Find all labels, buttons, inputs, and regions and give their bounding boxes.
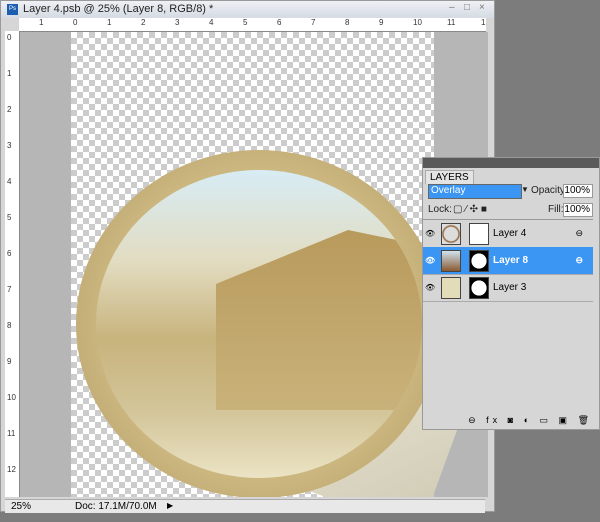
- canvas-area[interactable]: [20, 32, 488, 497]
- layer-name: Layer 4: [493, 228, 527, 239]
- ruler-tick-label: 5: [243, 18, 248, 27]
- ruler-tick-label: 1: [7, 69, 12, 78]
- ruler-tick-label: 9: [379, 18, 384, 27]
- ruler-tick-label: 5: [7, 213, 12, 222]
- vertical-ruler[interactable]: 012345678910111213: [5, 31, 20, 497]
- layer-mask-thumbnail: [469, 277, 489, 299]
- tab-layers[interactable]: LAYERS: [425, 170, 474, 184]
- ruler-tick-label: 7: [7, 285, 12, 294]
- eye-icon[interactable]: 👁: [425, 229, 435, 238]
- document-window: Ps Layer 4.psb @ 25% (Layer 8, RGB/8) * …: [0, 0, 495, 513]
- house-photo-image: [96, 170, 422, 478]
- layer-thumbnail: [441, 277, 461, 299]
- ruler-tick-label: 0: [73, 18, 78, 27]
- ruler-tick-label: 8: [345, 18, 350, 27]
- ruler-tick-label: 6: [7, 249, 12, 258]
- doc-size: Doc: 17.1M/70.0M: [75, 501, 157, 512]
- minimize-button[interactable]: –: [449, 2, 455, 13]
- layer-name: Layer 3: [493, 282, 527, 293]
- lock-icons[interactable]: ▢ ⁄ ✣ ■: [453, 204, 487, 215]
- chevron-down-icon[interactable]: ▼: [521, 185, 529, 194]
- window-title: Layer 4.psb @ 25% (Layer 8, RGB/8) *: [23, 3, 214, 15]
- fill-input[interactable]: 100%: [563, 203, 593, 217]
- ruler-tick-label: 12: [7, 465, 16, 474]
- link-icon: ⊖: [575, 228, 583, 238]
- ruler-tick-label: 11: [7, 429, 16, 438]
- ruler-tick-label: 3: [175, 18, 180, 27]
- status-bar: 25% Doc: 17.1M/70.0M ▶: [5, 499, 485, 513]
- fill-label: Fill:: [548, 204, 564, 215]
- ruler-tick-label: 7: [311, 18, 316, 27]
- ruler-tick-label: 10: [7, 393, 16, 402]
- eye-icon[interactable]: 👁: [425, 256, 435, 265]
- layer-name: Layer 8: [493, 255, 529, 266]
- layer-thumbnail: [441, 223, 461, 245]
- layers-panel: LAYERS Overlay ▼ Opacity: 100% Lock: ▢ ⁄…: [422, 157, 600, 430]
- ruler-tick-label: 12: [481, 18, 486, 27]
- ruler-tick-label: 11: [447, 18, 456, 27]
- ruler-tick-label: 1: [39, 18, 44, 27]
- ruler-tick-label: 2: [141, 18, 146, 27]
- horizontal-ruler[interactable]: 10123456789101112: [19, 18, 486, 32]
- ruler-tick-label: 6: [277, 18, 282, 27]
- ruler-tick-label: 8: [7, 321, 12, 330]
- ruler-tick-label: 4: [7, 177, 12, 186]
- layer-row[interactable]: 👁 Layer 8 ⊖: [423, 247, 593, 275]
- zoom-level[interactable]: 25%: [11, 501, 31, 512]
- status-menu-arrow-icon[interactable]: ▶: [167, 501, 173, 510]
- maximize-button[interactable]: □: [464, 2, 470, 13]
- layers-list: 👁 Layer 4 ⊖ 👁 Layer 8 ⊖ 👁 Layer 3: [423, 219, 593, 418]
- layer-row[interactable]: 👁 Layer 3: [423, 274, 593, 302]
- blend-mode-select[interactable]: Overlay: [428, 184, 522, 199]
- layer-thumbnail: [441, 250, 461, 272]
- photoshop-icon: Ps: [7, 4, 18, 15]
- ruler-tick-label: 4: [209, 18, 214, 27]
- opacity-input[interactable]: 100%: [563, 184, 593, 198]
- ruler-tick-label: 1: [107, 18, 112, 27]
- eye-icon[interactable]: 👁: [425, 283, 435, 292]
- layer-mask-thumbnail: [469, 223, 489, 245]
- ruler-tick-label: 3: [7, 141, 12, 150]
- panel-bottom-toolbar[interactable]: ⊖ fx ◙ ◐ ▭ ▣ 🗑: [423, 415, 599, 429]
- ruler-tick-label: 0: [7, 33, 12, 42]
- layer-mask-thumbnail: [469, 250, 489, 272]
- close-button[interactable]: ×: [479, 2, 485, 13]
- ruler-tick-label: 10: [413, 18, 422, 27]
- ruler-tick-label: 9: [7, 357, 12, 366]
- layer-row[interactable]: 👁 Layer 4 ⊖: [423, 220, 593, 248]
- title-bar: Ps Layer 4.psb @ 25% (Layer 8, RGB/8) * …: [1, 1, 494, 18]
- ruler-tick-label: 2: [7, 105, 12, 114]
- link-icon: ⊖: [575, 255, 583, 265]
- lock-label: Lock:: [428, 204, 452, 215]
